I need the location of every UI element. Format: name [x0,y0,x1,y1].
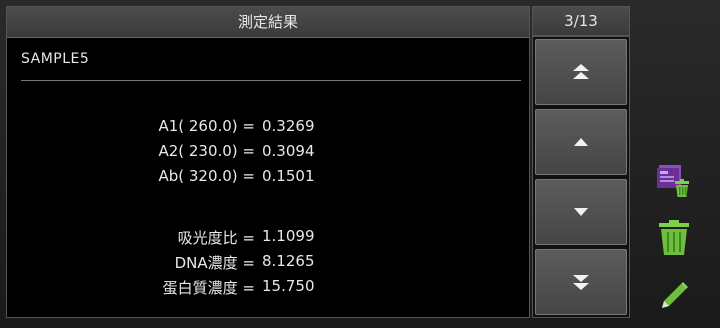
result-value: 1.1099 [262,227,315,245]
result-label: 吸光度比 = [177,229,255,247]
divider [21,80,521,81]
result-label: A2( 230.0) = [158,142,255,160]
delete-button[interactable] [654,218,694,258]
edit-button[interactable] [654,276,694,316]
scroll-controls [532,36,630,318]
result-value: 8.1265 [262,252,315,270]
result-row-ratio: 吸光度比 = 1.1099 [7,227,531,251]
scroll-to-bottom-button[interactable] [535,249,627,315]
result-label: 蛋白質濃度 = [162,279,255,297]
result-row-protein: 蛋白質濃度 = 15.750 [7,277,531,301]
trash-icon [659,220,689,255]
sample-name: SAMPLE5 [21,51,90,67]
delete-all-button[interactable] [654,160,694,200]
delete-all-icon [657,165,689,197]
edit-pencil-icon [662,282,688,308]
result-label: DNA濃度 = [174,254,255,272]
result-label: A1( 260.0) = [158,117,255,135]
scroll-to-bottom-icon [573,275,589,290]
result-value: 0.3269 [262,117,315,135]
scroll-to-top-icon [573,64,589,79]
page-title: 測定結果 [7,7,529,38]
scroll-down-icon [574,208,588,216]
page-counter: 3/13 [532,6,630,36]
scroll-down-button[interactable] [535,179,627,245]
result-row-a1: A1( 260.0) = 0.3269 [7,117,531,141]
result-value: 0.3094 [262,142,315,160]
result-value: 15.750 [262,277,315,295]
scroll-to-top-button[interactable] [535,39,627,105]
scroll-up-button[interactable] [535,109,627,175]
result-label: Ab( 320.0) = [158,167,255,185]
result-value: 0.1501 [262,167,315,185]
results-panel: 測定結果 SAMPLE5 A1( 260.0) = 0.3269 A2( 230… [6,6,530,318]
result-row-ab: Ab( 320.0) = 0.1501 [7,167,531,191]
scroll-up-icon [574,138,588,146]
result-row-dna: DNA濃度 = 8.1265 [7,252,531,276]
result-row-a2: A2( 230.0) = 0.3094 [7,142,531,166]
